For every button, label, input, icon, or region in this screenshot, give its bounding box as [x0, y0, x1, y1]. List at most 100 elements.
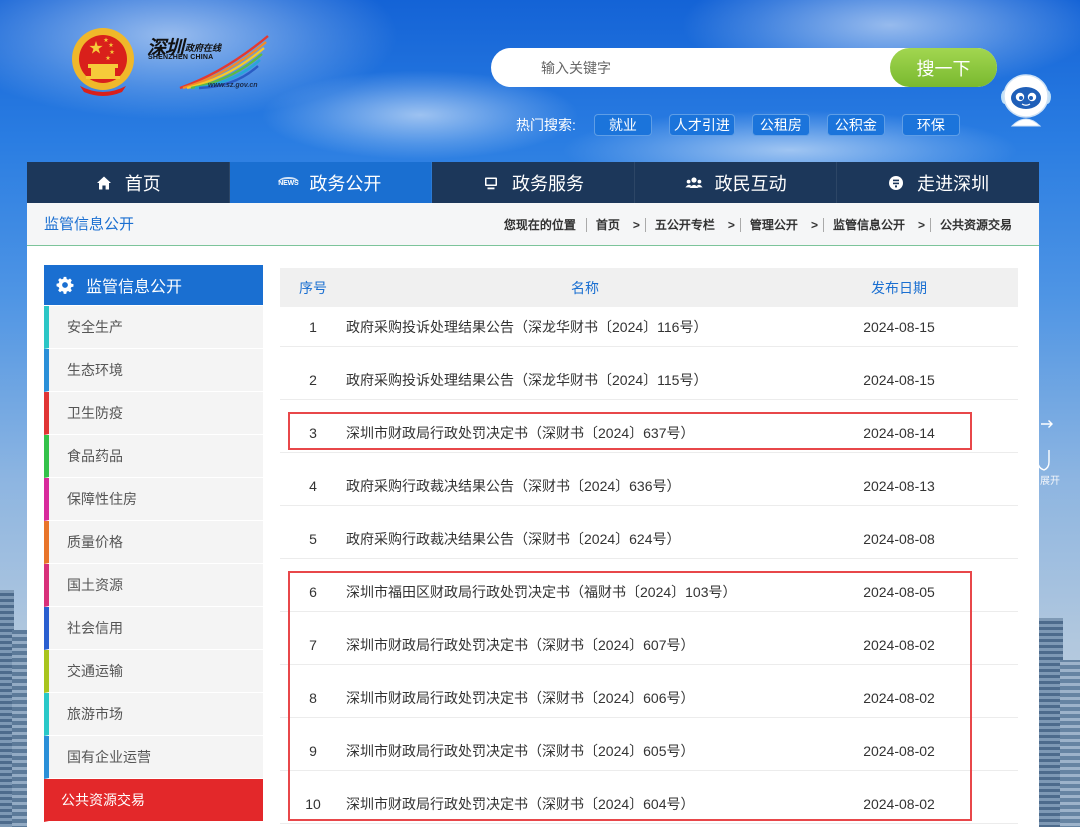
row-title-link[interactable]: 政府采购行政裁决结果公告（深财书〔2024〕636号） [346, 476, 824, 505]
row-index: 8 [309, 690, 317, 706]
breadcrumb-separator: > [632, 217, 640, 232]
nav-item-open-government[interactable]: NEWS 政务公开 [229, 162, 433, 203]
building [1060, 660, 1080, 827]
row-index: 3 [309, 425, 317, 441]
row-date: 2024-08-15 [863, 372, 935, 388]
table-row: 9 深圳市财政局行政处罚决定书（深财书〔2024〕605号） 2024-08-0… [280, 718, 1018, 771]
sidebar-item[interactable]: 食品药品 [44, 435, 263, 478]
breadcrumb-divider [929, 217, 931, 232]
building [12, 630, 27, 827]
table-row: 3 深圳市财政局行政处罚决定书（深财书〔2024〕637号） 2024-08-1… [280, 400, 1018, 453]
row-index: 5 [309, 531, 317, 547]
breadcrumb-divider [585, 217, 587, 232]
row-index: 9 [309, 743, 317, 759]
row-title-link[interactable]: 深圳市财政局行政处罚决定书（深财书〔2024〕604号） [346, 794, 824, 823]
notice-table: 序号 名称 发布日期 1 政府采购投诉处理结果公告（深龙华财书〔2024〕116… [280, 268, 1018, 824]
column-spacer [974, 370, 1018, 399]
nav-item-services[interactable]: 政务服务 [432, 162, 635, 203]
expand-label: 展开 [1040, 476, 1060, 487]
row-date: 2024-08-02 [863, 743, 935, 759]
sidebar-item[interactable]: 质量价格 [44, 521, 263, 564]
search-bar: 搜一下 [491, 48, 997, 87]
nav-item-label: 首页 [124, 173, 161, 194]
nav-item-interaction[interactable]: 政民互动 [635, 162, 838, 203]
sidebar-item[interactable]: 生态环境 [44, 349, 263, 392]
robot-mascot-icon[interactable] [1000, 70, 1052, 128]
hot-tag[interactable]: 就业 [593, 114, 652, 136]
sidebar-item[interactable]: 国有企业运营 [44, 736, 263, 779]
nav-item-label: 政民互动 [714, 173, 787, 194]
main-nav: 首页 NEWS 政务公开 政务服务 政民互动 走进深圳 [27, 162, 1039, 203]
breadcrumb-item[interactable]: 监管信息公开 [833, 216, 905, 233]
home-icon [95, 174, 113, 192]
sidebar-item[interactable]: 社会信用 [44, 607, 263, 650]
nav-item-about-shenzhen[interactable]: 走进深圳 [837, 162, 1039, 203]
row-title-link[interactable]: 政府采购投诉处理结果公告（深龙华财书〔2024〕115号） [346, 370, 824, 399]
hot-tag[interactable]: 人才引进 [668, 114, 735, 136]
search-input[interactable] [491, 48, 891, 87]
sidebar-item[interactable]: 安全生产 [44, 306, 263, 349]
row-index: 1 [309, 319, 317, 335]
nav-item-home[interactable]: 首页 [27, 162, 230, 203]
sidebar-title-label: 监管信息公开 [86, 279, 183, 296]
column-spacer [974, 741, 1018, 770]
table-row: 7 深圳市财政局行政处罚决定书（深财书〔2024〕607号） 2024-08-0… [280, 612, 1018, 665]
breadcrumb-item[interactable]: 公共资源交易 [940, 216, 1012, 233]
row-title-link[interactable]: 政府采购行政裁决结果公告（深财书〔2024〕624号） [346, 529, 824, 558]
content-panel: 监管信息公开 您现在的位置 首页 > 五公开专栏 > 管理公开 > 监管信息公开… [27, 203, 1039, 827]
sidebar-item[interactable]: 保障性住房 [44, 478, 263, 521]
breadcrumb-bar: 监管信息公开 您现在的位置 首页 > 五公开专栏 > 管理公开 > 监管信息公开… [27, 203, 1039, 246]
hot-tag[interactable]: 公租房 [751, 114, 810, 136]
row-date: 2024-08-02 [863, 796, 935, 812]
row-index: 10 [305, 796, 321, 812]
row-title-link[interactable]: 深圳市财政局行政处罚决定书（深财书〔2024〕606号） [346, 688, 824, 717]
row-date: 2024-08-02 [863, 637, 935, 653]
breadcrumb-divider [822, 217, 824, 232]
breadcrumb-item[interactable]: 五公开专栏 [655, 216, 715, 233]
breadcrumb-label: 您现在的位置 [503, 218, 576, 232]
row-title-link[interactable]: 政府采购投诉处理结果公告（深龙华财书〔2024〕116号） [346, 317, 824, 346]
sidebar-item[interactable]: 卫生防疫 [44, 392, 263, 435]
page: 深圳 政府在线 SHENZHEN CHINA www.sz.gov.cn 搜一下… [0, 0, 1080, 827]
logo-url: www.sz.gov.cn [208, 82, 258, 89]
row-title-link[interactable]: 深圳市财政局行政处罚决定书（深财书〔2024〕605号） [346, 741, 824, 770]
sidebar-item-active[interactable]: 公共资源交易 [44, 779, 263, 822]
table-row: 1 政府采购投诉处理结果公告（深龙华财书〔2024〕116号） 2024-08-… [280, 307, 1018, 347]
breadcrumb: 您现在的位置 首页 > 五公开专栏 > 管理公开 > 监管信息公开 > 公共资源… [504, 203, 1012, 246]
row-date: 2024-08-14 [863, 425, 935, 441]
row-title-link[interactable]: 深圳市福田区财政局行政处罚决定书（福财书〔2024〕103号） [346, 582, 824, 611]
shield-icon [1037, 450, 1050, 471]
hot-search-label: 热门搜索: [516, 117, 576, 133]
hot-search: 热门搜索: 就业 人才引进 公租房 公积金 环保 [516, 114, 960, 136]
floating-side-panel[interactable]: 展开 [1036, 412, 1080, 492]
breadcrumb-separator: > [727, 217, 735, 232]
hot-tag[interactable]: 公积金 [826, 114, 885, 136]
section-title: 监管信息公开 [44, 216, 135, 233]
search-button[interactable]: 搜一下 [890, 48, 997, 87]
row-title-link[interactable]: 深圳市财政局行政处罚决定书（深财书〔2024〕637号） [346, 423, 824, 452]
row-date: 2024-08-15 [863, 319, 935, 335]
sidebar-item[interactable]: 国土资源 [44, 564, 263, 607]
breadcrumb-item[interactable]: 管理公开 [750, 216, 798, 233]
people-icon [684, 174, 703, 192]
row-index: 7 [309, 637, 317, 653]
hot-tag[interactable]: 环保 [901, 114, 960, 136]
sidebar-item[interactable]: 交通运输 [44, 650, 263, 693]
news-badge: NEWS [278, 177, 299, 188]
sidebar: 监管信息公开 安全生产 生态环境 卫生防疫 食品药品 保障性住房 质量价格 国土… [44, 265, 263, 822]
logo-english: SHENZHEN CHINA [148, 54, 214, 61]
nav-item-label: 政务公开 [309, 173, 382, 194]
sidebar-item[interactable]: 旅游市场 [44, 693, 263, 736]
column-spacer [974, 476, 1018, 505]
column-header-index: 序号 [299, 279, 327, 296]
breadcrumb-item[interactable]: 首页 [596, 216, 620, 233]
row-date: 2024-08-05 [863, 584, 935, 600]
nav-item-label: 政务服务 [511, 173, 584, 194]
table-header: 序号 名称 发布日期 [280, 268, 1018, 307]
table-row: 5 政府采购行政裁决结果公告（深财书〔2024〕624号） 2024-08-08 [280, 506, 1018, 559]
info-icon [887, 174, 905, 192]
sidebar-list: 安全生产 生态环境 卫生防疫 食品药品 保障性住房 质量价格 国土资源 社会信用… [44, 306, 263, 822]
row-title-link[interactable]: 深圳市财政局行政处罚决定书（深财书〔2024〕607号） [346, 635, 824, 664]
row-index: 4 [309, 478, 317, 494]
arrow-right-icon [1041, 420, 1053, 428]
